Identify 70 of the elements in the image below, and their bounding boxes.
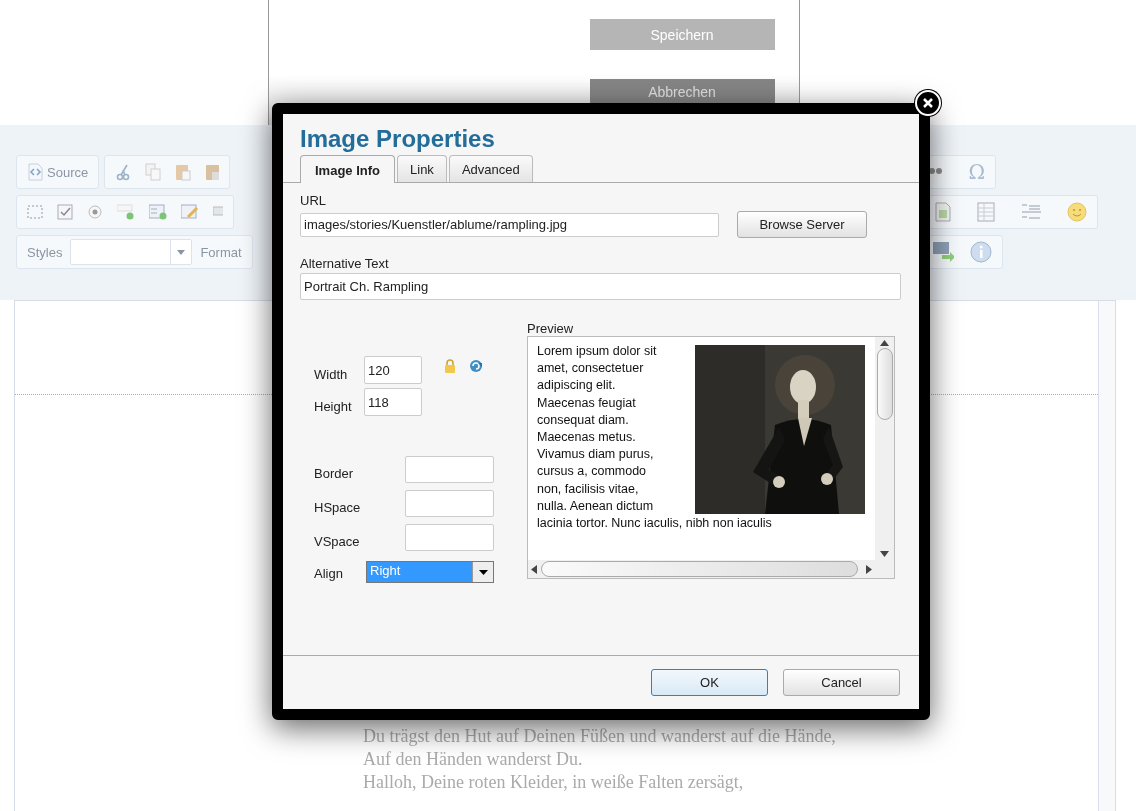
horizontal-scrollbar[interactable] xyxy=(528,560,875,578)
field-label: Align xyxy=(314,566,344,583)
preview-label: Preview xyxy=(527,321,575,336)
preview-text-line: Lorem ipsum dolor sit xyxy=(537,343,658,360)
tab[interactable]: Image Info xyxy=(300,155,395,183)
text-field-icon[interactable] xyxy=(117,204,135,220)
styles-dropdown[interactable] xyxy=(70,239,193,265)
tab[interactable]: Link xyxy=(397,155,447,182)
alternative-text-field[interactable]: Portrait Ch. Rampling xyxy=(300,273,901,300)
vertical-scrollbar[interactable] xyxy=(875,337,894,560)
right-arrow-icon[interactable] xyxy=(866,564,872,574)
scrollbar[interactable] xyxy=(1098,301,1115,811)
info-icon[interactable] xyxy=(970,241,992,263)
preview-text-line: consequat diam. xyxy=(537,411,630,429)
list-field-icon[interactable] xyxy=(149,204,167,220)
clipboard-icon[interactable] xyxy=(205,163,220,181)
spacing-field[interactable] xyxy=(405,490,494,517)
field-label: Border xyxy=(314,466,355,483)
format-label: Format xyxy=(200,244,242,260)
form-edit-icon[interactable] xyxy=(181,204,199,220)
left-arrow-icon[interactable] xyxy=(531,564,537,574)
clipboard-icon[interactable] xyxy=(175,163,192,181)
reset-icon[interactable] xyxy=(469,357,483,374)
dropdown-arrow-icon xyxy=(177,249,186,255)
lock-icon[interactable] xyxy=(444,357,456,374)
close-icon[interactable] xyxy=(922,97,934,109)
dialog-button[interactable]: OK xyxy=(651,669,768,696)
url-field[interactable]: images/stories/Kuenstler/ablume/rampling.jpg xyxy=(300,212,719,237)
up-arrow-icon[interactable] xyxy=(880,340,889,346)
selection-box-icon[interactable] xyxy=(27,204,43,220)
browse-server-button[interactable]: Browse Server xyxy=(737,211,867,238)
preview-text-line: amet, consectetuer xyxy=(537,360,645,378)
field-label: HSpace xyxy=(314,500,362,517)
preview-text-line: lacinia tortor. Nunc iaculis, nibh non iaculis xyxy=(537,514,773,532)
tab[interactable]: Advanced xyxy=(448,155,533,182)
scissors-icon[interactable] xyxy=(115,163,132,181)
size-field[interactable]: 118 xyxy=(364,388,422,416)
field-label: Width xyxy=(314,367,349,384)
down-arrow-icon[interactable] xyxy=(880,551,889,557)
dialog-title: Image Properties xyxy=(300,125,496,153)
field-label: VSpace xyxy=(314,534,361,551)
editor-text-line: Du trägst den Hut auf Deinen Füßen und wanderst auf die Hände, xyxy=(363,725,837,748)
editor-text-line: Auf den Händen wanderst Du. xyxy=(363,748,584,771)
preview-text-line: non, facilisis vitae, xyxy=(537,480,640,498)
field-label: URL xyxy=(300,193,327,208)
table-icon[interactable] xyxy=(977,202,995,222)
lines-icon[interactable] xyxy=(1021,202,1041,222)
close-button[interactable] xyxy=(915,90,941,116)
code-icon xyxy=(27,163,43,181)
dialog-button[interactable]: Cancel xyxy=(783,669,900,696)
editor-text-line: Halloh, Deine roten Kleider, in weiße Falten zersägt, xyxy=(363,771,745,794)
preview-text-line: adipiscing elit. xyxy=(537,377,617,395)
checkbox-icon[interactable] xyxy=(57,204,73,220)
monitor-icon[interactable] xyxy=(932,241,954,263)
preview-text-line: Vivamus diam purus, xyxy=(537,446,655,464)
preview-text-line: cursus a, commodo xyxy=(537,463,648,481)
dropdown-arrow-icon xyxy=(478,569,488,575)
document-icon[interactable] xyxy=(935,202,951,222)
copy-icon[interactable] xyxy=(145,163,162,181)
field-label: Alternative Text xyxy=(300,256,390,271)
preview-text-line: nulla. Aenean dictum xyxy=(537,497,655,515)
preview-text-line: Maecenas metus. xyxy=(537,428,637,446)
smiley-icon[interactable] xyxy=(1067,202,1087,222)
preview-text-line: Maecenas feugiat xyxy=(537,394,637,412)
styles-label: Styles xyxy=(27,244,63,260)
spacing-field[interactable] xyxy=(405,456,494,483)
radio-button-icon[interactable] xyxy=(87,204,103,220)
field-label: Height xyxy=(314,399,353,416)
spacing-field[interactable] xyxy=(405,524,494,551)
size-field[interactable]: 120 xyxy=(364,356,422,384)
